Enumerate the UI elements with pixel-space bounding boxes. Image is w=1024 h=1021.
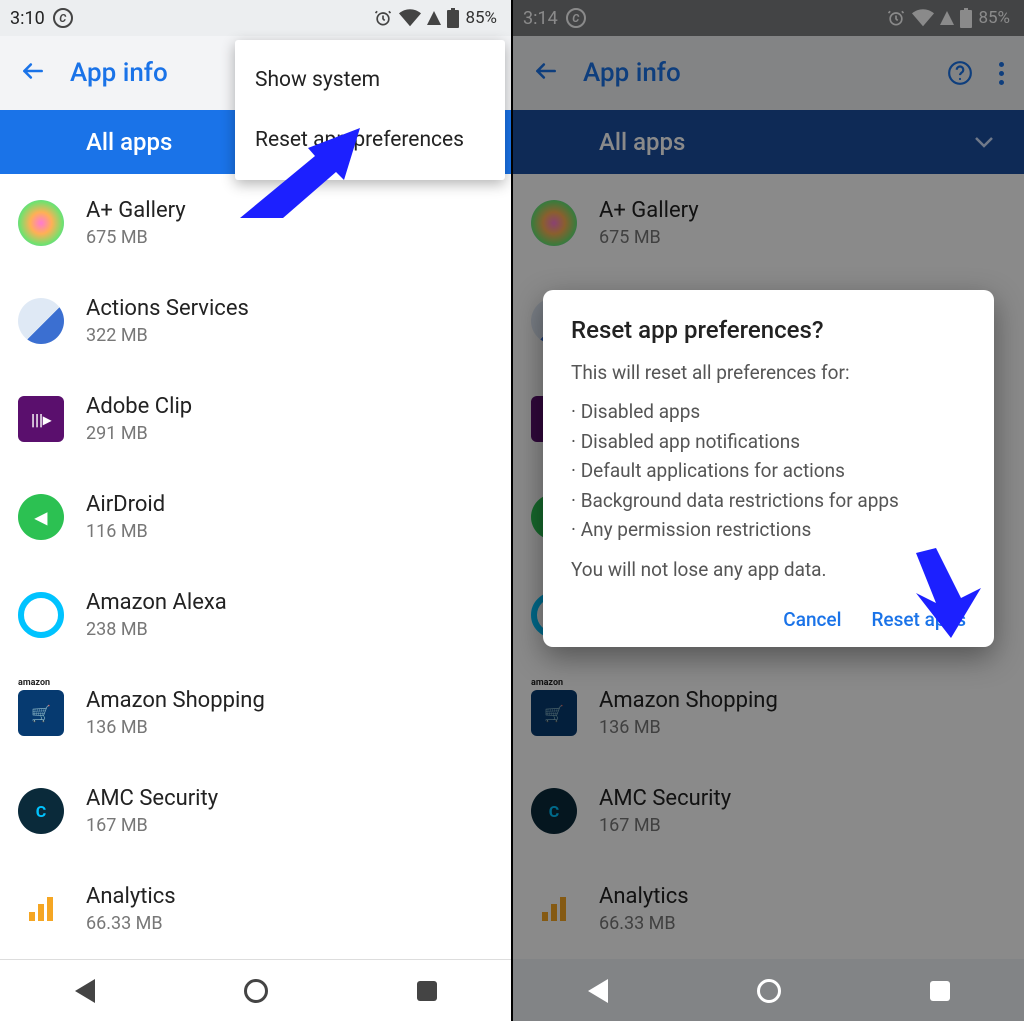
app-size: 66.33 MB (86, 913, 176, 934)
wifi-icon (399, 9, 421, 27)
nav-home-icon[interactable] (757, 979, 781, 1003)
nav-recents-icon[interactable] (930, 981, 950, 1001)
dialog-title: Reset app preferences? (571, 316, 966, 344)
app-size: 167 MB (86, 815, 218, 836)
signal-icon (427, 11, 441, 25)
copyright-icon: C (53, 8, 73, 28)
battery-percent: 85% (465, 8, 497, 28)
battery-icon (447, 8, 459, 28)
app-name: Analytics (86, 884, 176, 909)
annotation-arrow-icon (906, 548, 986, 638)
app-row[interactable]: Actions Services 322 MB (0, 272, 511, 370)
app-size: 116 MB (86, 521, 165, 542)
nav-home-icon[interactable] (244, 979, 268, 1003)
tab-label: All apps (86, 128, 172, 156)
status-time: 3:10 (10, 8, 45, 29)
app-icon: ◀ (18, 494, 64, 540)
app-name: Adobe Clip (86, 394, 192, 419)
app-name: A+ Gallery (86, 198, 186, 223)
dialog-item: Disabled apps (571, 397, 966, 426)
nav-bar (513, 959, 1024, 1021)
dialog-item: Default applications for actions (571, 456, 966, 485)
app-name: Amazon Shopping (86, 688, 265, 713)
dialog-item: Background data restrictions for apps (571, 486, 966, 515)
app-row[interactable]: Amazon Alexa 238 MB (0, 566, 511, 664)
app-row[interactable]: C AMC Security 167 MB (0, 762, 511, 860)
app-icon (18, 200, 64, 246)
app-name: Amazon Alexa (86, 590, 227, 615)
app-icon (18, 592, 64, 638)
app-size: 291 MB (86, 423, 192, 444)
dialog-item: Any permission restrictions (571, 515, 966, 544)
app-name: AirDroid (86, 492, 165, 517)
dialog-item: Disabled app notifications (571, 427, 966, 456)
app-icon (18, 298, 64, 344)
right-screenshot: 3:14 C 85% App info All apps (512, 0, 1024, 1021)
cancel-button[interactable]: Cancel (783, 608, 841, 631)
status-bar: 3:10 C 85% (0, 0, 511, 36)
alarm-icon (373, 8, 393, 28)
app-size: 238 MB (86, 619, 227, 640)
nav-recents-icon[interactable] (417, 981, 437, 1001)
app-icon: amazon🛒 (18, 690, 64, 736)
nav-back-icon[interactable] (588, 979, 608, 1003)
app-row[interactable]: Analytics 66.33 MB (0, 860, 511, 958)
annotation-arrow-icon (240, 128, 360, 218)
app-size: 322 MB (86, 325, 249, 346)
app-row[interactable]: ◀ AirDroid 116 MB (0, 468, 511, 566)
app-list: A+ Gallery 675 MB Actions Services 322 MB ||… (0, 174, 511, 958)
nav-back-icon[interactable] (75, 979, 95, 1003)
left-screenshot: 3:10 C 85% App info All apps A+ Gallery 6… (0, 0, 512, 1021)
app-row[interactable]: amazon🛒 Amazon Shopping 136 MB (0, 664, 511, 762)
app-name: Actions Services (86, 296, 249, 321)
toolbar-title: App info (70, 58, 168, 88)
app-row[interactable]: |||▸ Adobe Clip 291 MB (0, 370, 511, 468)
nav-bar (0, 959, 511, 1021)
app-icon: C (18, 788, 64, 834)
dialog-item-list: Disabled appsDisabled app notificationsD… (571, 397, 966, 544)
app-icon: |||▸ (18, 396, 64, 442)
app-size: 136 MB (86, 717, 265, 738)
dialog-lead: This will reset all preferences for: (571, 358, 966, 387)
app-name: AMC Security (86, 786, 218, 811)
app-icon (18, 886, 64, 932)
back-button[interactable] (20, 58, 46, 88)
app-size: 675 MB (86, 227, 186, 248)
menu-show-system[interactable]: Show system (235, 50, 505, 110)
